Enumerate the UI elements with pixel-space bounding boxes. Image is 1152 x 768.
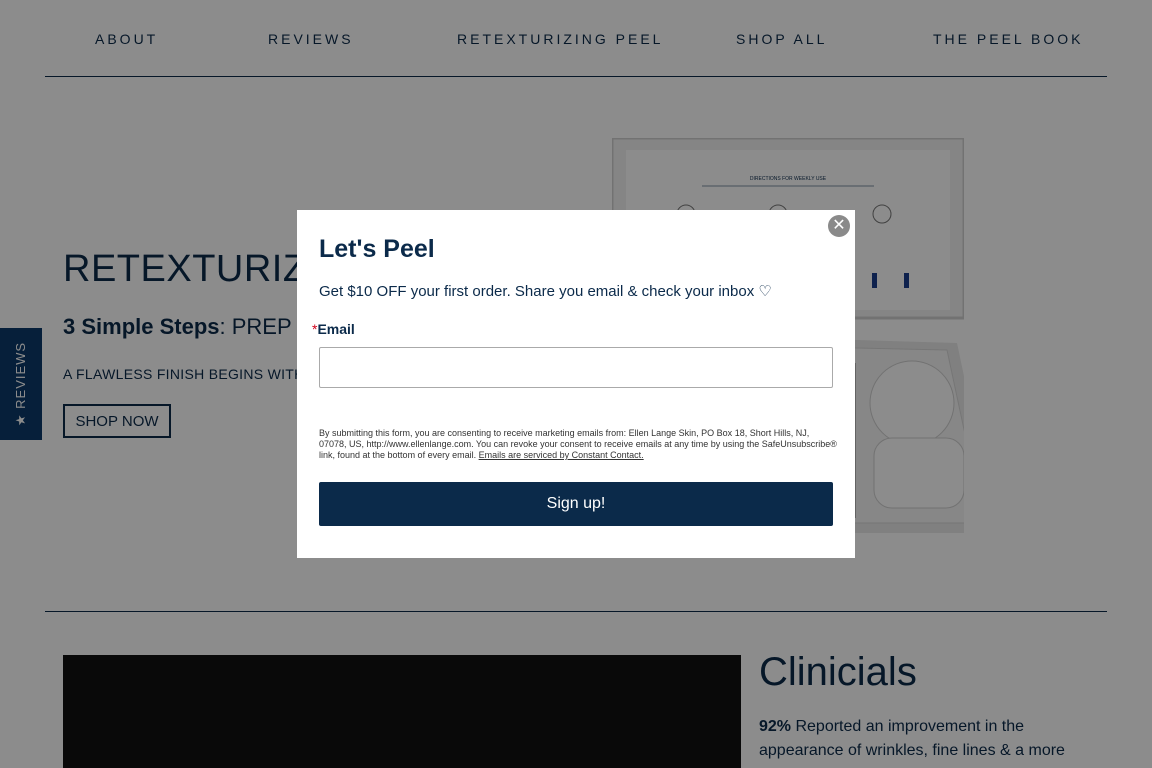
modal-title: Let's Peel (319, 235, 435, 263)
close-modal-button[interactable]: ✕ (828, 215, 850, 237)
sign-up-button[interactable]: Sign up! (319, 482, 833, 526)
signup-modal: ✕ Let's Peel Get $10 OFF your first orde… (297, 210, 855, 558)
close-icon: ✕ (832, 217, 846, 234)
consent-text: By submitting this form, you are consent… (319, 428, 839, 461)
modal-offer-text: Get $10 OFF your first order. Share you … (319, 283, 772, 300)
email-input[interactable] (319, 347, 833, 388)
constant-contact-link[interactable]: Emails are serviced by Constant Contact. (479, 450, 644, 460)
email-label: *Email (312, 321, 355, 337)
email-label-text: Email (317, 321, 355, 337)
